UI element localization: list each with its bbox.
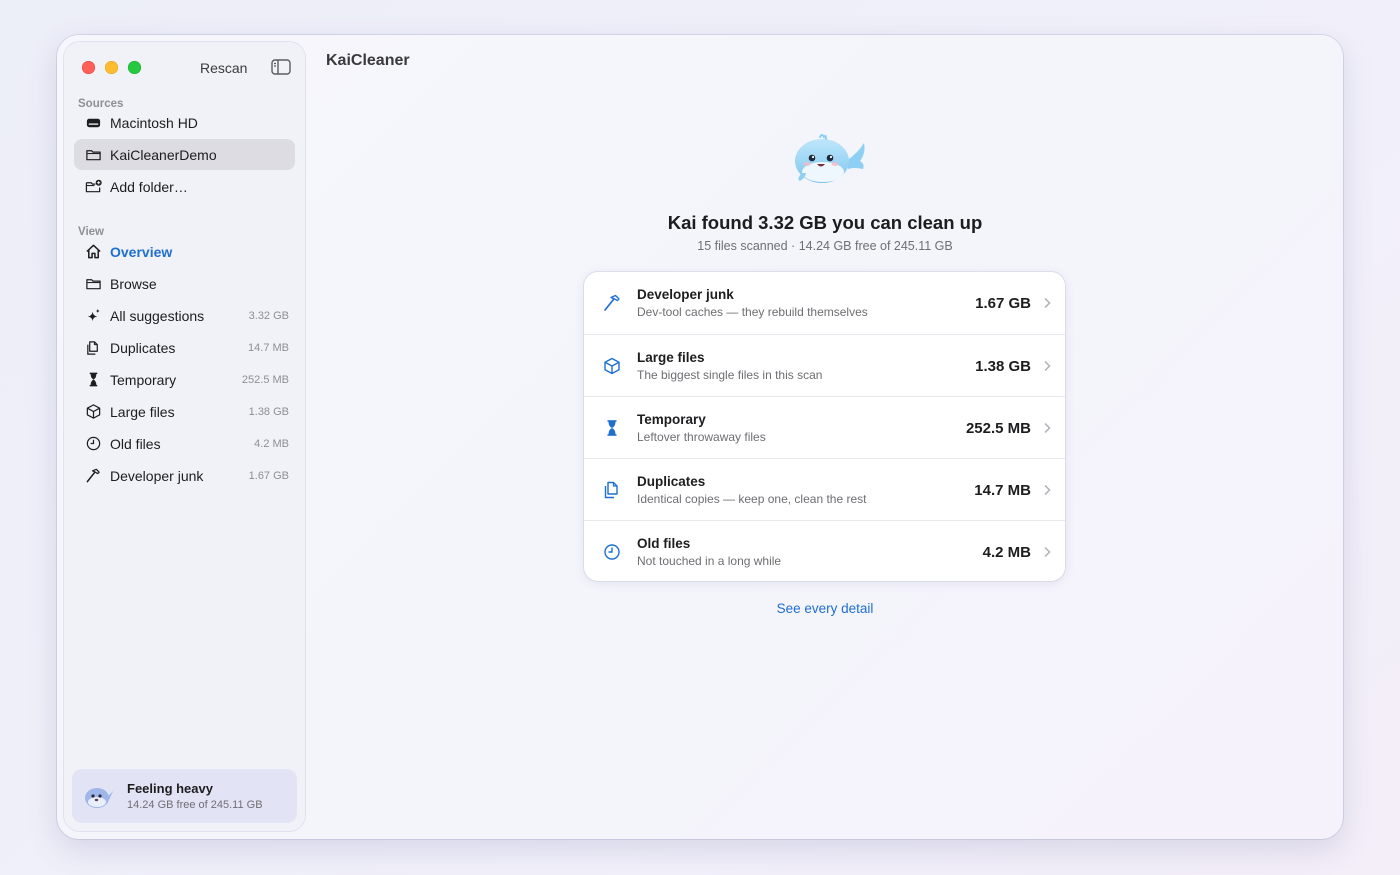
sidebar: Rescan Sources Macintosh HD KaiCleanerDe…	[64, 42, 305, 831]
hammer-icon	[84, 467, 102, 485]
sidebar-item-all-suggestions[interactable]: All suggestions 3.32 GB	[74, 300, 295, 331]
source-item-add-folder[interactable]: Add folder…	[74, 171, 295, 202]
sidebar-item-label: Browse	[110, 275, 157, 292]
chevron-right-icon	[1043, 422, 1053, 434]
sidebar-item-label: Old files	[110, 435, 161, 452]
clock-icon	[601, 541, 623, 563]
category-amount: 1.38 GB	[975, 357, 1031, 375]
sparkles-icon	[84, 307, 102, 325]
sidebar-item-label: Overview	[110, 243, 173, 260]
minimize-button[interactable]	[105, 61, 118, 74]
sidebar-item-large-files[interactable]: Large files 1.38 GB	[74, 396, 295, 427]
categories-card: Developer junk Dev-tool caches — they re…	[584, 272, 1065, 581]
cube-icon	[84, 403, 102, 421]
sidebar-item-size: 1.67 GB	[248, 469, 289, 482]
sidebar-item-size: 14.7 MB	[248, 341, 289, 354]
chevron-right-icon	[1043, 484, 1053, 496]
category-title: Duplicates	[637, 474, 706, 489]
sidebar-toggle-icon[interactable]	[271, 59, 291, 75]
hammer-icon	[601, 292, 623, 314]
sidebar-item-label: Developer junk	[110, 467, 204, 484]
category-title: Temporary	[637, 412, 706, 427]
category-row-large-files[interactable]: Large files The biggest single files in …	[584, 334, 1065, 397]
chevron-right-icon	[1043, 360, 1053, 372]
folder-icon	[84, 275, 102, 293]
hourglass-icon	[84, 371, 102, 389]
category-row-duplicates[interactable]: Duplicates Identical copies — keep one, …	[584, 458, 1065, 521]
hourglass-icon	[601, 417, 623, 439]
category-description: Identical copies — keep one, clean the r…	[637, 492, 867, 506]
sidebar-item-label: Temporary	[110, 371, 177, 388]
sidebar-item-size: 1.38 GB	[248, 405, 289, 418]
source-item-label: Macintosh HD	[110, 114, 198, 131]
category-title: Old files	[637, 536, 691, 551]
category-amount: 4.2 MB	[982, 543, 1031, 561]
folder-icon	[84, 146, 102, 164]
status-subtitle: 14.24 GB free of 245.11 GB	[127, 799, 263, 811]
sidebar-item-size: 4.2 MB	[254, 437, 289, 450]
chevron-right-icon	[1043, 546, 1053, 558]
category-amount: 252.5 MB	[965, 419, 1031, 437]
sidebar-item-duplicates[interactable]: Duplicates 14.7 MB	[74, 332, 295, 363]
clock-icon	[84, 435, 102, 453]
sidebar-item-size: 3.32 GB	[248, 309, 289, 322]
sidebar-item-old-files[interactable]: Old files 4.2 MB	[74, 428, 295, 459]
sidebar-item-size: 252.5 MB	[241, 373, 289, 386]
sidebar-item-overview[interactable]: Overview	[74, 236, 295, 267]
source-item-label: Add folder…	[110, 178, 188, 195]
category-amount: 14.7 MB	[974, 481, 1031, 499]
cube-icon	[601, 355, 623, 377]
category-description: The biggest single files in this scan	[637, 368, 823, 382]
drive-icon	[84, 114, 102, 132]
close-button[interactable]	[82, 61, 95, 74]
sidebar-item-label: Large files	[110, 403, 175, 420]
duplicate-doc-icon	[84, 339, 102, 357]
app-window: Rescan Sources Macintosh HD KaiCleanerDe…	[57, 35, 1343, 839]
category-amount: 1.67 GB	[975, 294, 1031, 312]
category-row-developer-junk[interactable]: Developer junk Dev-tool caches — they re…	[584, 272, 1065, 334]
house-icon	[84, 243, 102, 261]
whale-mascot-icon	[795, 134, 865, 183]
category-title: Developer junk	[637, 287, 734, 302]
category-title: Large files	[637, 350, 705, 365]
source-item-label: KaiCleanerDemo	[110, 146, 217, 163]
category-row-old-files[interactable]: Old files Not touched in a long while 4.…	[584, 520, 1065, 581]
sidebar-item-temporary[interactable]: Temporary 252.5 MB	[74, 364, 295, 395]
sidebar-item-browse[interactable]: Browse	[74, 268, 295, 299]
sidebar-item-label: Duplicates	[110, 339, 176, 356]
summary-subline: 15 files scanned · 14.24 GB free of 245.…	[697, 239, 953, 253]
source-item-kaicleanerdemo[interactable]: KaiCleanerDemo	[74, 139, 295, 170]
category-description: Not touched in a long while	[637, 554, 782, 568]
see-every-detail-link[interactable]: See every detail	[757, 601, 893, 616]
source-item-macintosh-hd[interactable]: Macintosh HD	[74, 107, 295, 138]
summary-headline: Kai found 3.32 GB you can clean up	[667, 212, 983, 233]
status-title: Feeling heavy	[127, 781, 213, 796]
zoom-button[interactable]	[128, 61, 141, 74]
folder-add-icon	[84, 178, 102, 196]
chevron-right-icon	[1043, 297, 1053, 309]
sidebar-item-label: All suggestions	[110, 307, 205, 324]
category-description: Leftover throwaway files	[637, 430, 766, 444]
sidebar-item-developer-junk[interactable]: Developer junk 1.67 GB	[74, 460, 295, 491]
storage-status-card: Feeling heavy 14.24 GB free of 245.11 GB	[72, 769, 297, 823]
duplicate-doc-icon	[601, 479, 623, 501]
category-description: Dev-tool caches — they rebuild themselve…	[637, 305, 868, 319]
category-row-temporary[interactable]: Temporary Leftover throwaway files 252.5…	[584, 396, 1065, 459]
window-title: KaiCleaner	[326, 52, 410, 69]
rescan-button[interactable]: Rescan	[200, 60, 247, 76]
whale-mascot-icon	[85, 788, 115, 808]
